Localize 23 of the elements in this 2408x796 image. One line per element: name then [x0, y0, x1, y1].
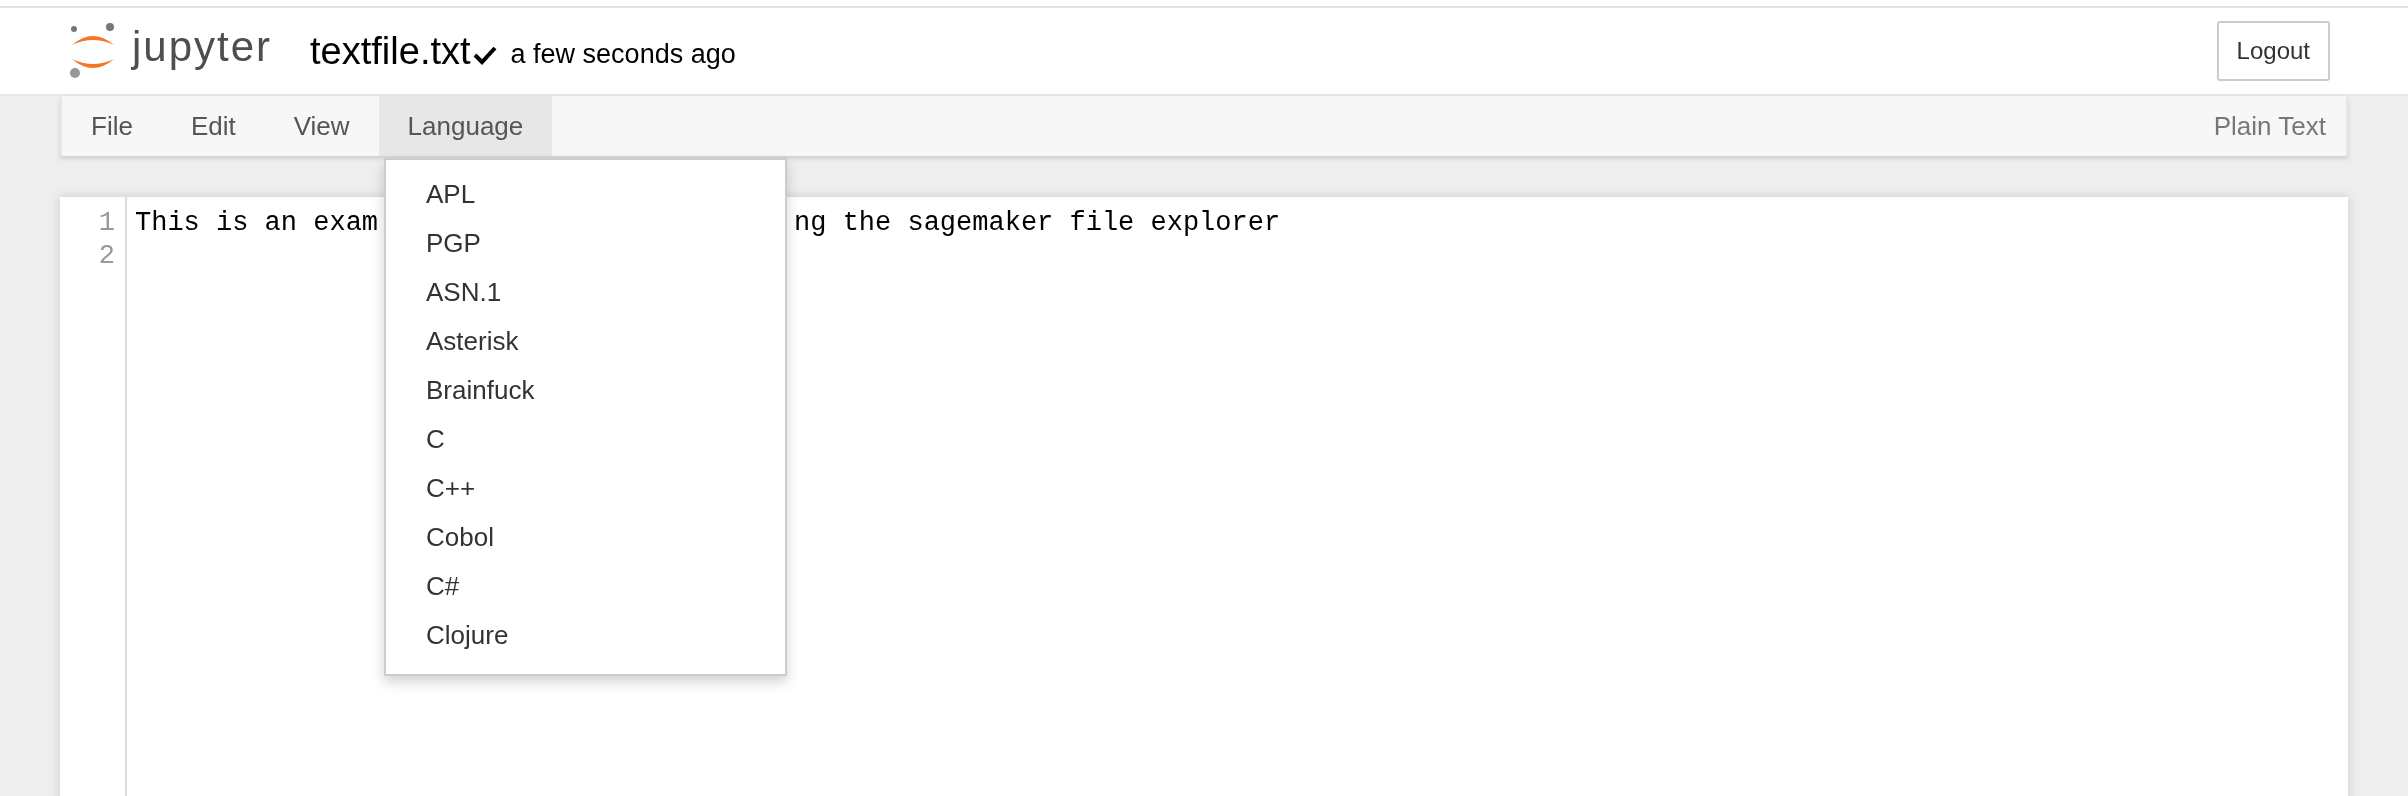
code-text: ng the sagemaker file explorer: [794, 207, 1281, 240]
code-text: This is an exam: [135, 207, 379, 240]
language-option[interactable]: Cobol: [386, 513, 785, 562]
language-option[interactable]: C++: [386, 464, 785, 513]
menu-item[interactable]: Edit: [161, 96, 265, 156]
menu-item[interactable]: File: [62, 96, 162, 156]
menu-item[interactable]: View: [264, 96, 379, 156]
language-option[interactable]: ASN.1: [386, 268, 785, 317]
logout-button[interactable]: Logout: [2216, 21, 2330, 81]
language-option[interactable]: Brainfuck: [386, 366, 785, 415]
file-name[interactable]: textfile.txt: [310, 32, 471, 70]
language-option[interactable]: Asterisk: [386, 317, 785, 366]
line-number: 1: [97, 207, 116, 240]
language-option[interactable]: C#: [386, 562, 785, 611]
language-mode: Plain Text: [2213, 109, 2326, 143]
language-option[interactable]: C: [386, 415, 785, 464]
save-status: a few seconds ago: [510, 37, 736, 71]
language-option[interactable]: APL: [386, 170, 785, 219]
menu-item[interactable]: Language: [378, 96, 553, 156]
logo-text: jupyter: [132, 26, 273, 68]
line-number: 2: [97, 240, 116, 273]
language-option[interactable]: Clojure: [386, 611, 785, 660]
language-option[interactable]: PGP: [386, 219, 785, 268]
